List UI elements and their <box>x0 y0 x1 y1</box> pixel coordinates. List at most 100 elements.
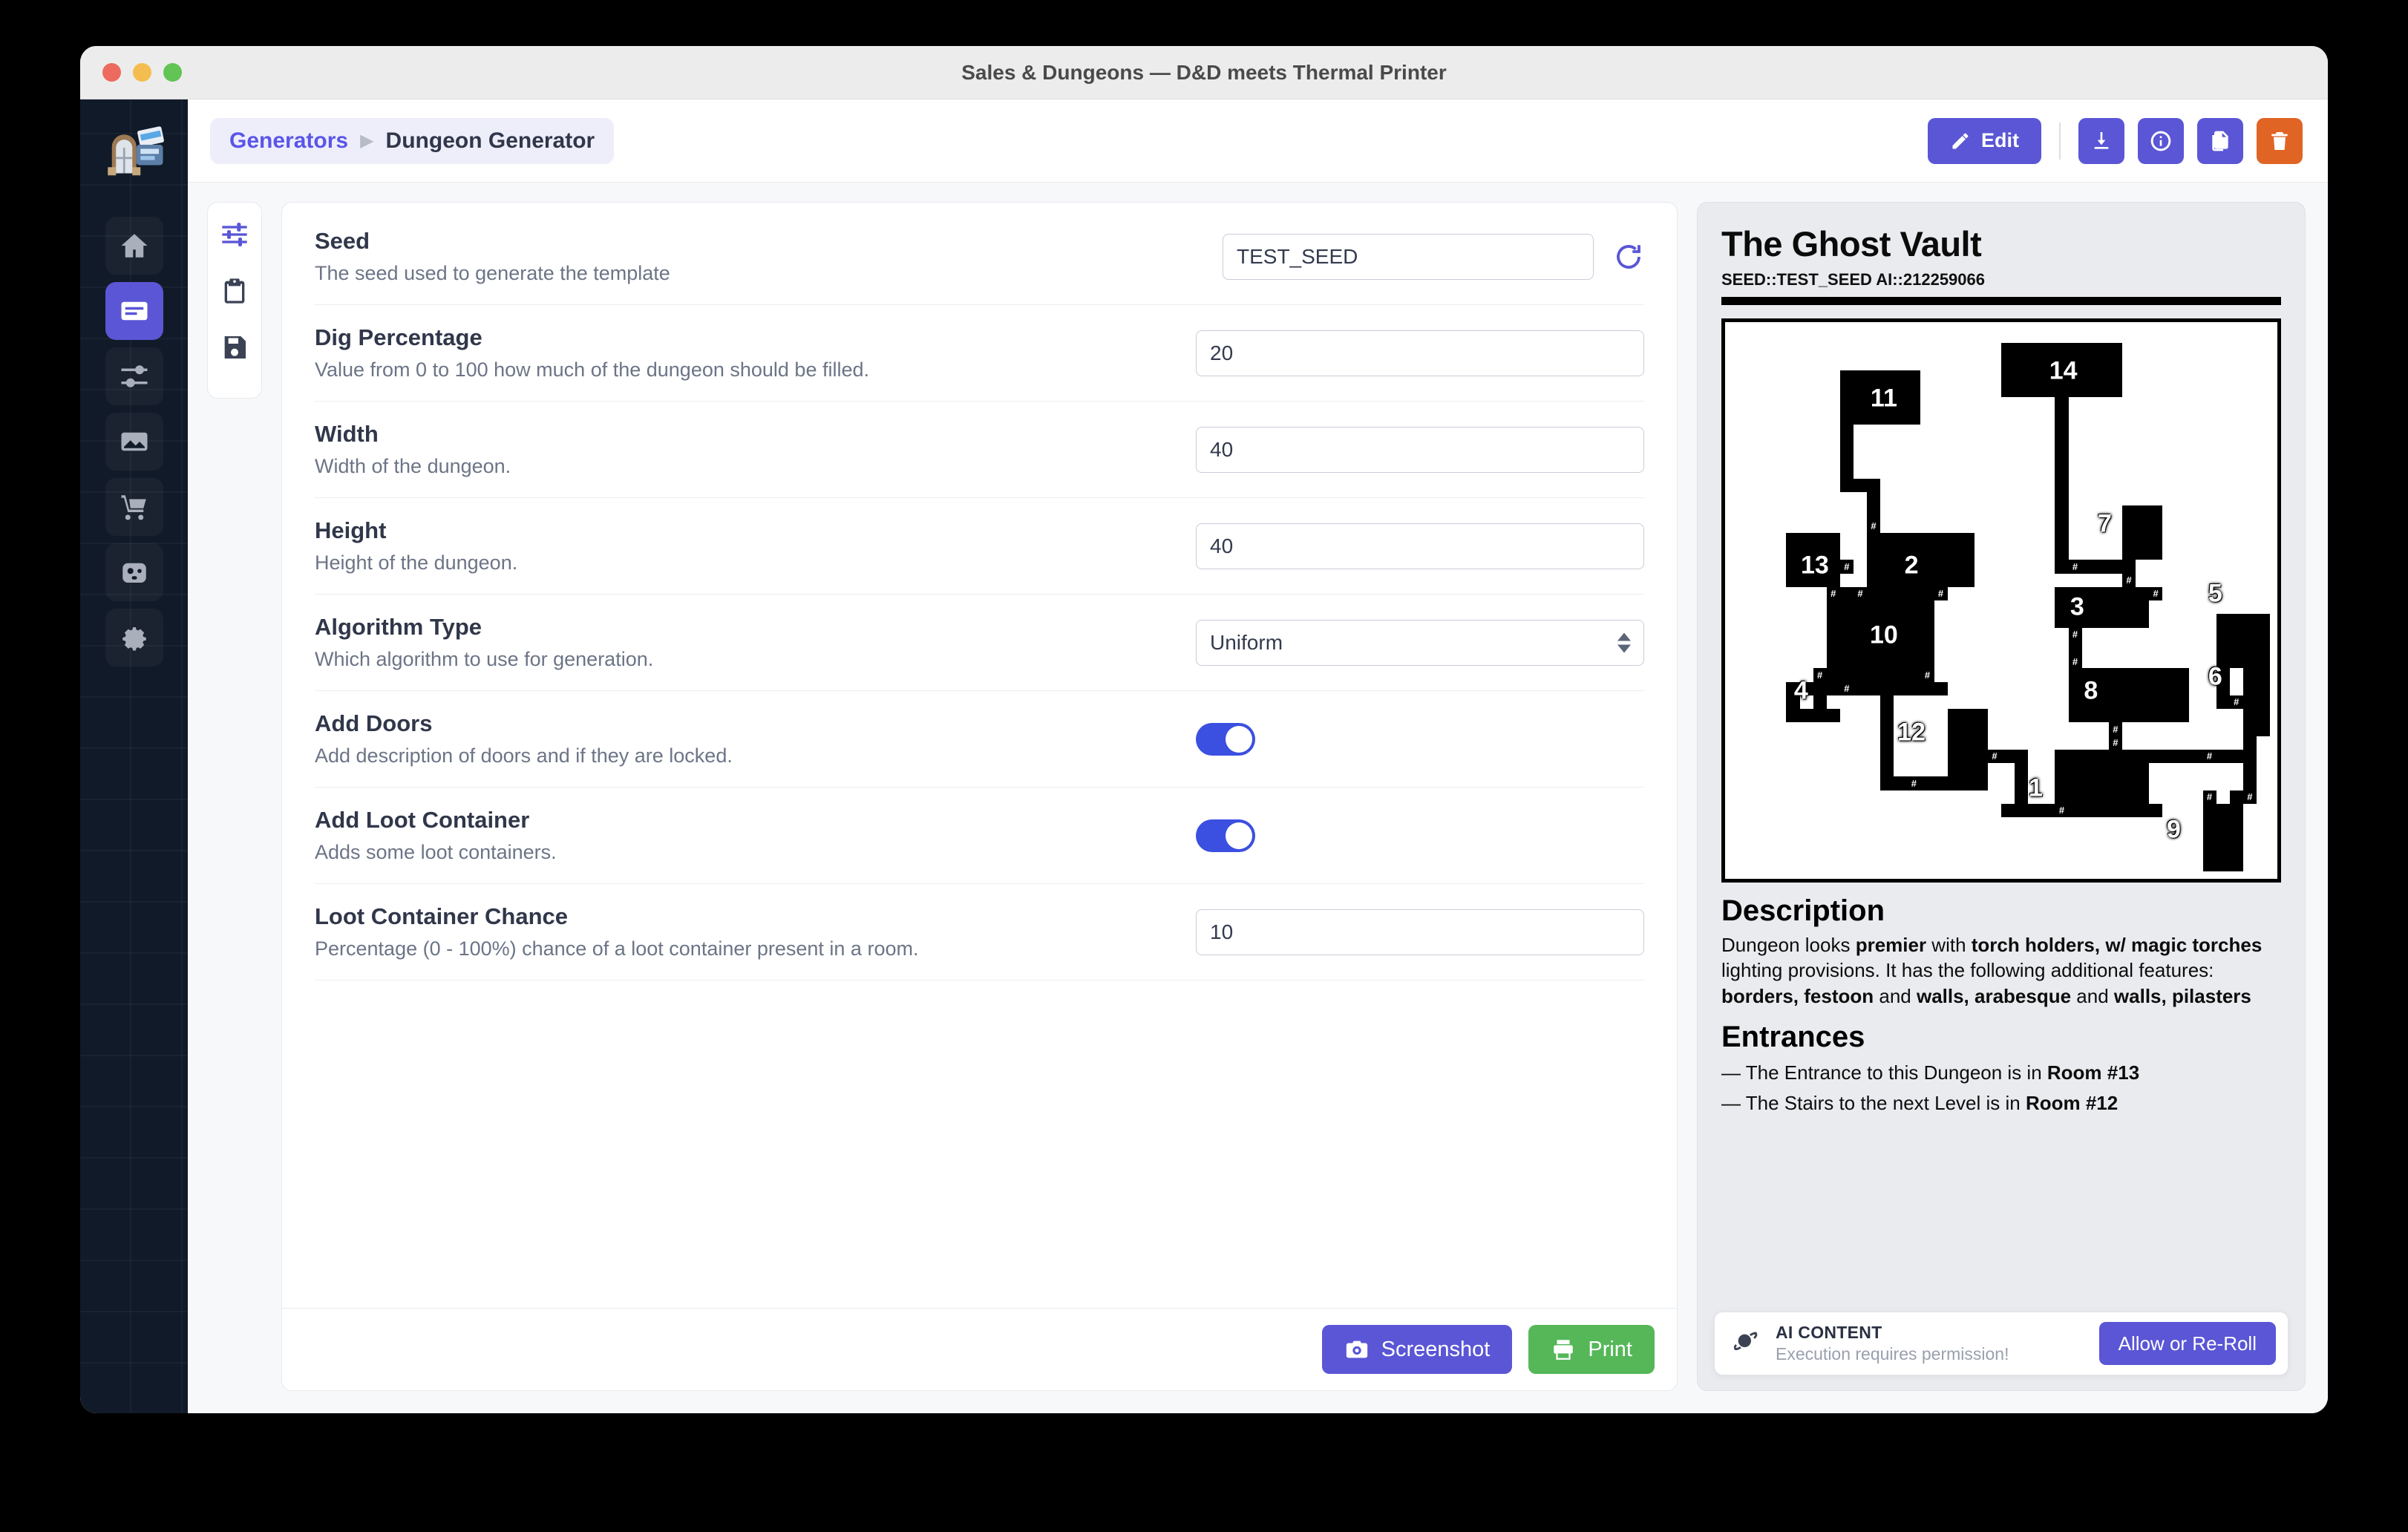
form-row-control <box>1196 426 1644 473</box>
sidebar-item-ai[interactable] <box>105 543 163 601</box>
allow-or-reroll-button[interactable]: Allow or Re-Roll <box>2098 1322 2276 1365</box>
edit-button[interactable]: Edit <box>1928 117 2041 164</box>
form-row-control <box>1196 909 1644 955</box>
reroll-seed-button[interactable] <box>1613 241 1644 272</box>
ai-banner-title: AI CONTENT <box>1776 1323 1882 1342</box>
field-description: Which algorithm to use for generation. <box>315 648 654 670</box>
form-row: Algorithm Type Which algorithm to use for… <box>315 595 1644 691</box>
clipboard-icon <box>224 278 245 304</box>
sidebar-item-store[interactable] <box>105 478 163 536</box>
download-button[interactable] <box>2078 117 2124 164</box>
toggle-switch[interactable] <box>1196 819 1255 852</box>
form-row-text: Loot Container Chance Percentage (0 - 100… <box>315 903 918 960</box>
entrance-item: — The Entrance to this Dungeon is in Roo… <box>1721 1061 2140 1084</box>
breadcrumb-current: Dungeon Generator <box>385 128 595 153</box>
ai-content-banner: AI CONTENT Execution requires permission… <box>1714 1312 2288 1375</box>
loot-container-chance-input[interactable] <box>1196 909 1644 955</box>
tool-parameters[interactable] <box>213 213 256 256</box>
sidebar-item-home[interactable] <box>105 217 163 275</box>
top-bar: Generators ▶ Dungeon Generator Edit <box>188 99 2328 183</box>
form-row: Add Doors Add description of doors and if… <box>315 691 1644 788</box>
home-icon <box>121 234 147 258</box>
dungeon-map[interactable]: # # # # # # # # # # # # # # # # # # # # # # 1 2 3 4 5 6 7 8 9 10 11 12 13… <box>1721 318 2281 883</box>
form-row-text: Width Width of the dungeon. <box>315 421 511 478</box>
parameters-form: Seed The seed used to generate the templa… <box>281 202 1678 1391</box>
field-description: Width of the dungeon. <box>315 455 511 477</box>
form-row: Add Loot Container Adds some loot contain… <box>315 788 1644 884</box>
print-button[interactable]: Print <box>1528 1325 1655 1374</box>
entrance-item: — The Stairs to the next Level is in Roo… <box>1721 1091 2119 1114</box>
tool-clipboard[interactable] <box>213 269 256 312</box>
document-icon <box>121 301 147 321</box>
copy-icon <box>2212 131 2228 151</box>
delete-button[interactable] <box>2257 117 2303 164</box>
title-bar: Sales & Dungeons — D&D meets Thermal Pri… <box>80 46 2328 99</box>
screenshot-button[interactable]: Screenshot <box>1321 1325 1513 1374</box>
toggle-knob <box>1226 822 1252 849</box>
ai-banner-subtitle: Execution requires permission! <box>1776 1344 2009 1364</box>
seed-input[interactable] <box>1223 233 1594 280</box>
field-label: Seed <box>315 228 370 254</box>
dungeon-title: The Ghost Vault <box>1721 224 1982 263</box>
form-row-control <box>1196 330 1644 376</box>
form-row: Dig Percentage Value from 0 to 100 how mu… <box>315 305 1644 402</box>
field-description: Adds some loot containers. <box>315 841 557 863</box>
width-input[interactable] <box>1196 426 1644 473</box>
field-description: Percentage (0 - 100%) chance of a loot c… <box>315 937 919 960</box>
dig-percentage-input[interactable] <box>1196 330 1644 376</box>
sidebar-item-settings-toggles[interactable] <box>105 347 163 405</box>
entrances-list: — The Entrance to this Dungeon is in Roo… <box>1721 1061 2281 1115</box>
breadcrumb-generators-link[interactable]: Generators <box>229 128 348 154</box>
pencil-icon <box>1952 133 1969 148</box>
window-title: Sales & Dungeons — D&D meets Thermal Pri… <box>961 60 1447 84</box>
form-footer: Screenshot Print <box>282 1308 1677 1390</box>
trash-icon <box>2271 131 2288 150</box>
field-label: Width <box>315 421 379 447</box>
cart-icon <box>121 495 146 520</box>
toolbar-divider <box>2059 122 2061 160</box>
form-row: Seed The seed used to generate the templa… <box>315 209 1644 305</box>
chevron-right-icon: ▶ <box>360 131 374 151</box>
entrances-heading: Entrances <box>1721 1020 1865 1053</box>
description-text: Dungeon looks premier with torch holders… <box>1721 934 2263 1007</box>
form-row-text: Height Height of the dungeon. <box>315 517 517 574</box>
gear-icon <box>122 627 146 651</box>
form-row: Height Height of the dungeon. <box>315 498 1644 595</box>
sidebar-item-preferences[interactable] <box>105 609 163 667</box>
field-label: Add Doors <box>315 710 433 736</box>
saturn-icon <box>1731 1327 1761 1361</box>
form-row-control <box>1223 233 1644 280</box>
breadcrumb: Generators ▶ Dungeon Generator <box>210 117 615 164</box>
algorithm-type-select[interactable]: Uniform <box>1196 619 1644 666</box>
app-logo-icon <box>97 116 171 190</box>
tool-save[interactable] <box>213 326 256 369</box>
field-label: Dig Percentage <box>315 324 482 350</box>
toolbar-actions: Edit <box>1928 117 2303 164</box>
printer-icon <box>1554 1340 1574 1360</box>
template-preview: The Ghost Vault SEED::TEST_SEED AI::2122… <box>1697 202 2306 1391</box>
height-input[interactable] <box>1196 523 1644 569</box>
sidebar-item-templates[interactable] <box>105 282 163 340</box>
form-row-control <box>1196 523 1644 569</box>
form-row-text: Add Loot Container Adds some loot contain… <box>315 807 557 864</box>
sliders-icon <box>222 223 247 246</box>
robot-icon <box>122 563 146 583</box>
form-row-control: Uniform <box>1196 619 1644 666</box>
toggle-knob <box>1226 725 1252 753</box>
form-row-control <box>1196 722 1644 756</box>
toggle-switch[interactable] <box>1196 722 1255 756</box>
save-icon <box>224 336 246 359</box>
form-row-text: Dig Percentage Value from 0 to 100 how mu… <box>315 324 869 382</box>
form-row-text: Seed The seed used to generate the templa… <box>315 228 670 285</box>
sidebar-item-images[interactable] <box>105 413 163 471</box>
field-label: Add Loot Container <box>315 807 530 833</box>
edit-button-label: Edit <box>1981 129 2019 151</box>
info-button[interactable] <box>2138 117 2184 164</box>
primary-sidebar <box>80 99 188 1413</box>
dungeon-map-grid: # # # # # # # # # # # # # # # # # # # # # # <box>1733 330 2270 871</box>
field-description: Value from 0 to 100 how much of the dung… <box>315 359 869 381</box>
print-button-label: Print <box>1588 1337 1632 1361</box>
form-row: Width Width of the dungeon. <box>315 402 1644 498</box>
duplicate-button[interactable] <box>2197 117 2243 164</box>
preview-divider <box>1721 297 2281 305</box>
